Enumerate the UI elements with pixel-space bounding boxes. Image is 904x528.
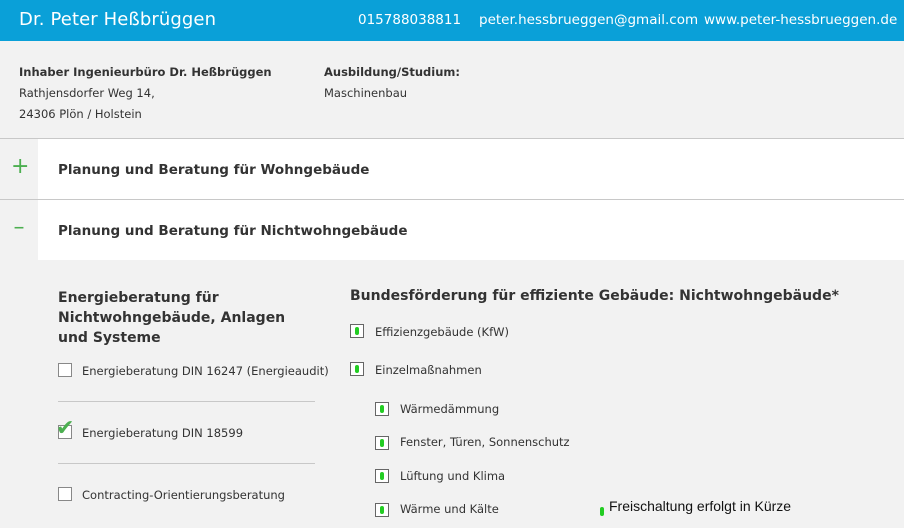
funding-item-label: Effizienzgebäude (KfW) — [375, 325, 509, 339]
right-section-heading: Bundesförderung für effiziente Gebäude: … — [350, 288, 839, 304]
status-indicator-icon — [350, 362, 364, 376]
left-section-heading: Energieberatung für Nichtwohngebäude, An… — [58, 290, 286, 346]
funding-item-label: Fenster, Türen, Sonnenschutz — [400, 435, 570, 449]
checkbox-label: Energieberatung DIN 16247 (Energieaudit) — [82, 364, 329, 378]
divider — [58, 463, 315, 464]
status-indicator-icon — [375, 436, 389, 450]
accordion-wohngebaeude[interactable]: + Planung und Beratung für Wohngebäude — [0, 139, 904, 199]
activation-notice: Freischaltung erfolgt in Kürze — [609, 498, 792, 514]
email-link[interactable]: peter.hessbrueggen@gmail.com — [479, 12, 698, 28]
accordion-title[interactable]: Planung und Beratung für Nichtwohngebäud… — [58, 223, 408, 239]
funding-item-label: Einzelmaßnahmen — [375, 363, 482, 377]
phone-link[interactable]: 015788038811 — [358, 12, 461, 28]
profile-info: Inhaber Ingenieurbüro Dr. Heßbrüggen Rat… — [0, 41, 904, 138]
funding-item-label: Wärme und Kälte — [400, 502, 499, 516]
accordion-gutter: + — [0, 139, 38, 199]
owner-title: Inhaber Ingenieurbüro Dr. Heßbrüggen — [19, 65, 272, 79]
checkmark-icon: ✔ — [56, 416, 75, 441]
website-link[interactable]: www.peter-hessbrueggen.de — [704, 12, 897, 28]
education-value: Maschinenbau — [324, 86, 408, 100]
accordion-nichtwohngebaeude[interactable]: – Planung und Beratung für Nichtwohngebä… — [0, 200, 904, 260]
checkbox-contracting[interactable] — [58, 487, 72, 501]
status-indicator-icon — [350, 324, 364, 338]
education-block: Ausbildung/Studium: Maschinenbau — [324, 62, 460, 104]
checkbox-label: Contracting-Orientierungsberatung — [82, 488, 285, 502]
accordion-gutter: – — [0, 200, 38, 260]
expand-plus-icon[interactable]: + — [11, 156, 29, 178]
status-indicator-icon — [375, 402, 389, 416]
address-block: Inhaber Ingenieurbüro Dr. Heßbrüggen Rat… — [19, 62, 272, 125]
notice-indicator-icon — [600, 507, 604, 516]
funding-item-label: Wärmedämmung — [400, 402, 500, 416]
header-bar: Dr. Peter Heßbrüggen 015788038811 peter.… — [0, 0, 904, 41]
accordion-gutter — [0, 260, 38, 528]
checkbox-label: Energieberatung DIN 18599 — [82, 426, 244, 440]
funding-item-label: Lüftung und Klima — [400, 469, 506, 483]
accordion-title[interactable]: Planung und Beratung für Wohngebäude — [58, 162, 369, 178]
city-address: 24306 Plön / Holstein — [19, 107, 142, 121]
divider — [58, 401, 315, 402]
education-label: Ausbildung/Studium: — [324, 65, 460, 79]
collapse-minus-icon[interactable]: – — [11, 217, 27, 239]
site-owner-name[interactable]: Dr. Peter Heßbrüggen — [19, 9, 216, 30]
status-indicator-icon — [375, 503, 389, 517]
checkbox-din16247[interactable] — [58, 363, 72, 377]
street-address: Rathjensdorfer Weg 14, — [19, 86, 155, 100]
status-indicator-icon — [375, 469, 389, 483]
